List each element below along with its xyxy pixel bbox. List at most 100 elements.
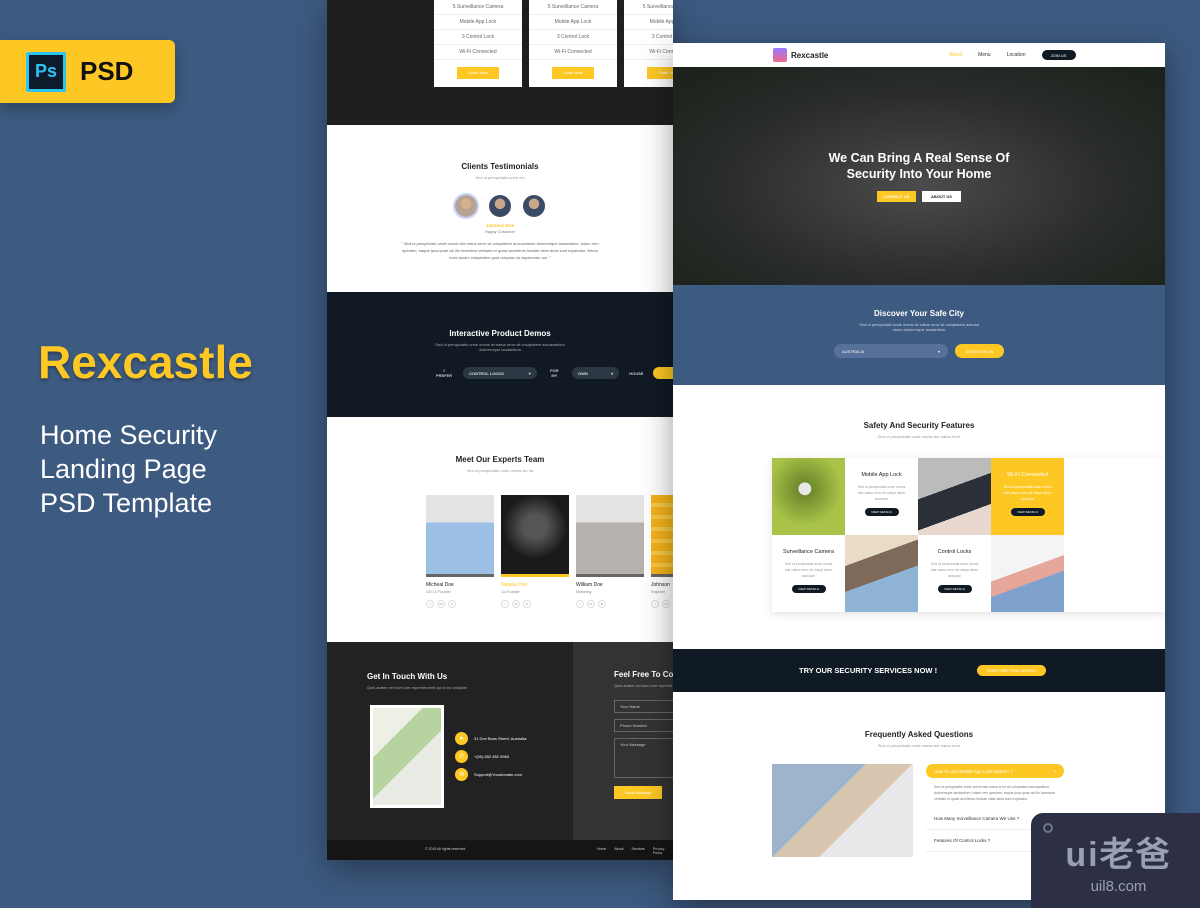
select-value: CONTROL LOCKS <box>469 370 504 376</box>
section-title: Discover Your Safe City <box>874 309 964 318</box>
feature-desc: Sed ut perspiciatis unde omnis iste natu… <box>930 562 979 578</box>
avatar[interactable] <box>523 195 545 217</box>
testimonial-name: Johnson Doe <box>485 223 515 228</box>
member-name: William Doe <box>576 582 603 588</box>
twitter-icon[interactable]: tw <box>587 600 595 608</box>
logo-text[interactable]: Rexcastle <box>791 51 828 60</box>
pricing-feature: 5 Surveillance Camera <box>529 0 617 15</box>
contact-us-button[interactable]: CONTACT US <box>877 191 916 202</box>
contact-form: Feel Free To Contact Quis autem vel eum … <box>573 642 673 840</box>
feature-title: Wi-Fi Connected <box>1007 472 1048 478</box>
order-button[interactable]: Order Now <box>552 67 594 79</box>
send-message-button[interactable]: Send Message <box>614 786 662 799</box>
nav-link-menu[interactable]: Menu <box>978 52 991 58</box>
family-image <box>845 535 918 612</box>
feature-desc: Sed ut perspiciatis unde omnis iste natu… <box>857 485 906 501</box>
member-photo <box>576 495 644 577</box>
demo-submit-button[interactable] <box>653 367 673 379</box>
pricing-feature: Wi-Fi Connected <box>529 45 617 60</box>
faq-item-active[interactable]: How To Use Mobile App Lock System ? ˄ <box>926 764 1064 778</box>
select-value: AUSTRALIA <box>842 348 865 354</box>
member-photo <box>501 495 569 577</box>
section-title: Safety And Security Features <box>863 421 975 430</box>
facebook-icon[interactable]: f <box>426 600 434 608</box>
location-icon: ➤ <box>455 732 468 745</box>
linkedin-icon[interactable]: in <box>448 600 456 608</box>
email-text[interactable]: Support@Yourdomain.com <box>474 772 522 777</box>
navbar: Rexcastle About Menu Location JOIN US <box>673 43 1165 67</box>
footer: © 2019 All rights reserved. Home About S… <box>327 840 673 860</box>
member-photo <box>651 495 673 577</box>
footer-link-home[interactable]: Home <box>597 847 606 855</box>
view-details-button[interactable]: VIEW DETAILS <box>791 585 826 593</box>
pricing-feature: 5 Surveillance Camera <box>434 0 522 15</box>
product-demos-section: Interactive Product Demos Sed ut perspic… <box>327 292 673 417</box>
member-name: Natalia Doe <box>501 582 528 588</box>
castle-logo-icon <box>773 48 787 62</box>
free-trial-button[interactable]: START FREE TRIAL SERVICE <box>977 665 1047 676</box>
psd-label: PSD <box>80 56 134 86</box>
facebook-icon[interactable]: f <box>501 600 509 608</box>
linkedin-icon[interactable]: in <box>598 600 606 608</box>
phone-item: ✆ +(00) 852 852 9963 <box>455 750 509 763</box>
about-us-button[interactable]: ABOUT US <box>922 191 961 202</box>
chevron-up-icon: ˄ <box>1053 768 1056 774</box>
view-details-button[interactable]: VIEW DETAILS <box>1010 508 1045 516</box>
view-details-button[interactable]: VIEW DETAILS <box>937 585 972 593</box>
avatar[interactable] <box>489 195 511 217</box>
feature-card: Control Locks Sed ut perspiciatis unde o… <box>918 535 991 612</box>
pricing-feature: Mobile App Lock <box>624 15 673 30</box>
search-now-button[interactable]: SEARCH NOW <box>955 344 1004 358</box>
twitter-icon[interactable]: tw <box>512 600 520 608</box>
form-title: Feel Free To Contact <box>614 670 673 679</box>
linkedin-icon[interactable]: in <box>523 600 531 608</box>
nav-link-about[interactable]: About <box>949 52 962 58</box>
phone-field[interactable]: Phone Number <box>614 719 673 732</box>
psd-badge: Ps PSD <box>0 40 175 103</box>
ownership-select[interactable]: OWN ▾ <box>571 367 620 379</box>
name-field[interactable]: Your Name <box>614 700 673 713</box>
pricing-feature: Mobile App Lock <box>529 15 617 30</box>
pricing-feature: Mobile App Lock <box>434 15 522 30</box>
view-details-button[interactable]: VIEW DETAILS <box>864 508 899 516</box>
order-button[interactable]: Order Now <box>647 67 673 79</box>
email-icon: ✉ <box>455 768 468 781</box>
footer-link-services[interactable]: Services <box>632 847 645 855</box>
nav-link-location[interactable]: Location <box>1007 52 1026 58</box>
pricing-feature: Wi-Fi Connected <box>624 45 673 60</box>
watermark: ui老爸 uil8.com <box>1031 813 1200 908</box>
product-select[interactable]: CONTROL LOCKS ▾ <box>463 367 537 379</box>
phone-text: +(00) 852 852 9963 <box>474 754 510 759</box>
section-title: Clients Testimonials <box>461 162 539 171</box>
feature-card: Surveillance Camera Sed ut perspiciatis … <box>772 535 845 612</box>
section-title: Meet Our Experts Team <box>455 455 545 464</box>
facebook-icon[interactable]: f <box>576 600 584 608</box>
testimonial-role: Happy Customer <box>484 229 515 234</box>
country-select[interactable]: AUSTRALIA ▾ <box>834 344 948 358</box>
member-photo <box>426 495 494 577</box>
twitter-icon[interactable]: tw <box>437 600 445 608</box>
footer-link-privacy[interactable]: Privacy Policy <box>653 847 673 855</box>
copyright: © 2019 All rights reserved. <box>425 847 467 851</box>
member-name: Johnson <box>651 582 670 588</box>
message-field[interactable]: Your Message <box>614 738 673 778</box>
camera-image <box>772 458 845 535</box>
testimonial-quote: " Sed ut perspiciatis unde omnis iste na… <box>401 241 599 260</box>
location-map[interactable] <box>370 705 444 808</box>
footer-link-about[interactable]: About <box>614 847 623 855</box>
pricing-feature: 3 Control Lock <box>624 30 673 45</box>
feature-title: Surveillance Camera <box>782 549 835 555</box>
contact-section: Get In Touch With Us Quis autem vel eum … <box>327 642 673 840</box>
join-us-button[interactable]: JOIN US <box>1041 50 1076 60</box>
feature-title: Control Locks <box>937 549 972 555</box>
order-button[interactable]: Order Now <box>457 67 499 79</box>
cta-text: TRY OUR SECURITY SERVICES NOW ! <box>799 666 938 675</box>
member-name: Micheal Doe <box>426 582 454 588</box>
address-item: ➤ 31 Don Boss Street, Australia. <box>455 732 527 745</box>
avatar[interactable] <box>455 195 477 217</box>
pricing-feature: Wi-Fi Connected <box>434 45 522 60</box>
facebook-icon[interactable]: f <box>651 600 659 608</box>
pricing-card: 5 Surveillance Camera Mobile App Lock 3 … <box>624 0 673 87</box>
chevron-down-icon: ▾ <box>611 370 614 376</box>
twitter-icon[interactable]: tw <box>662 600 670 608</box>
